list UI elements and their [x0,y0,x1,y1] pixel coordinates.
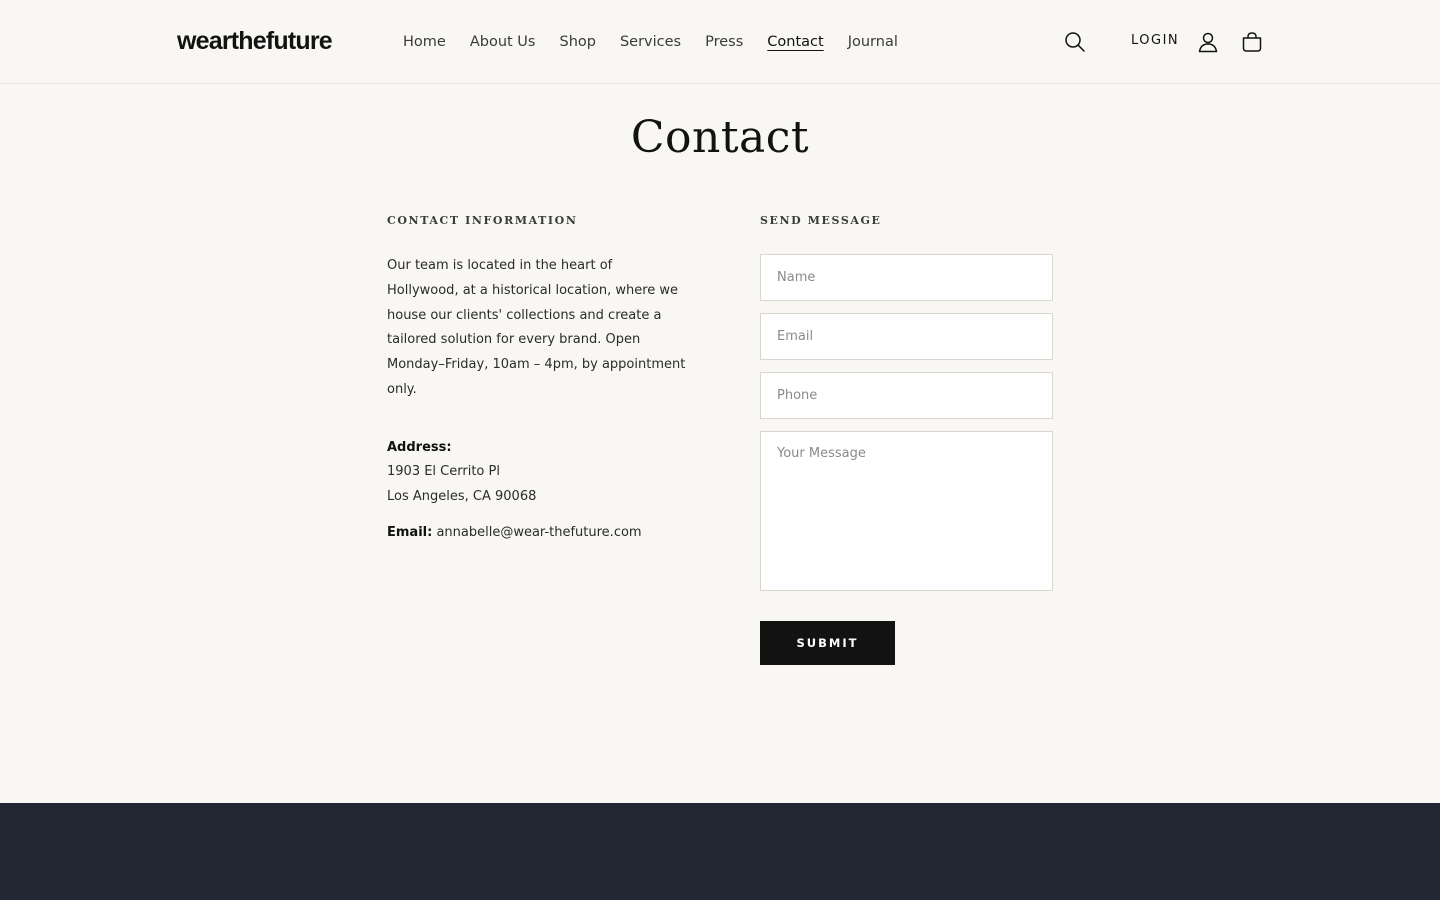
contact-information: CONTACT INFORMATION Our team is located … [387,212,687,545]
phone-field[interactable] [760,372,1053,419]
nav-contact[interactable]: Contact [767,33,823,51]
main-nav: Home About Us Shop Services Press Contac… [403,33,922,51]
search-icon[interactable] [1063,30,1087,54]
contact-description: Our team is located in the heart of Holl… [387,258,686,397]
login-link[interactable]: LOGIN [1131,33,1179,48]
address-line-1: 1903 El Cerrito Pl [387,464,500,480]
address-block: Address: 1903 El Cerrito Pl Los Angeles,… [387,436,687,510]
send-message-heading: SEND MESSAGE [760,214,882,227]
site-footer [0,803,1440,900]
send-message-form: SEND MESSAGE SUBMIT [760,212,1053,665]
contact-info-heading: CONTACT INFORMATION [387,214,578,227]
address-label: Address: [387,439,452,455]
nav-press[interactable]: Press [705,33,743,51]
nav-services[interactable]: Services [620,33,681,51]
page-title: Contact [630,112,810,163]
email-line: Email: annabelle@wear-thefuture.com [387,521,687,545]
site-header: wearthefuture Home About Us Shop Service… [0,0,1440,84]
email-address[interactable]: annabelle@wear-thefuture.com [436,525,641,540]
site-logo[interactable]: wearthefuture [177,27,333,56]
nav-about-us[interactable]: About Us [470,33,536,51]
nav-shop[interactable]: Shop [559,33,595,51]
email-label: Email: [387,525,433,541]
nav-journal[interactable]: Journal [848,33,898,51]
message-field[interactable] [760,431,1053,591]
nav-home[interactable]: Home [403,33,446,51]
account-icon[interactable] [1196,30,1220,54]
submit-button[interactable]: SUBMIT [760,621,895,665]
name-field[interactable] [760,254,1053,301]
address-line-2: Los Angeles, CA 90068 [387,488,537,504]
cart-icon[interactable] [1240,30,1264,54]
email-field[interactable] [760,313,1053,360]
